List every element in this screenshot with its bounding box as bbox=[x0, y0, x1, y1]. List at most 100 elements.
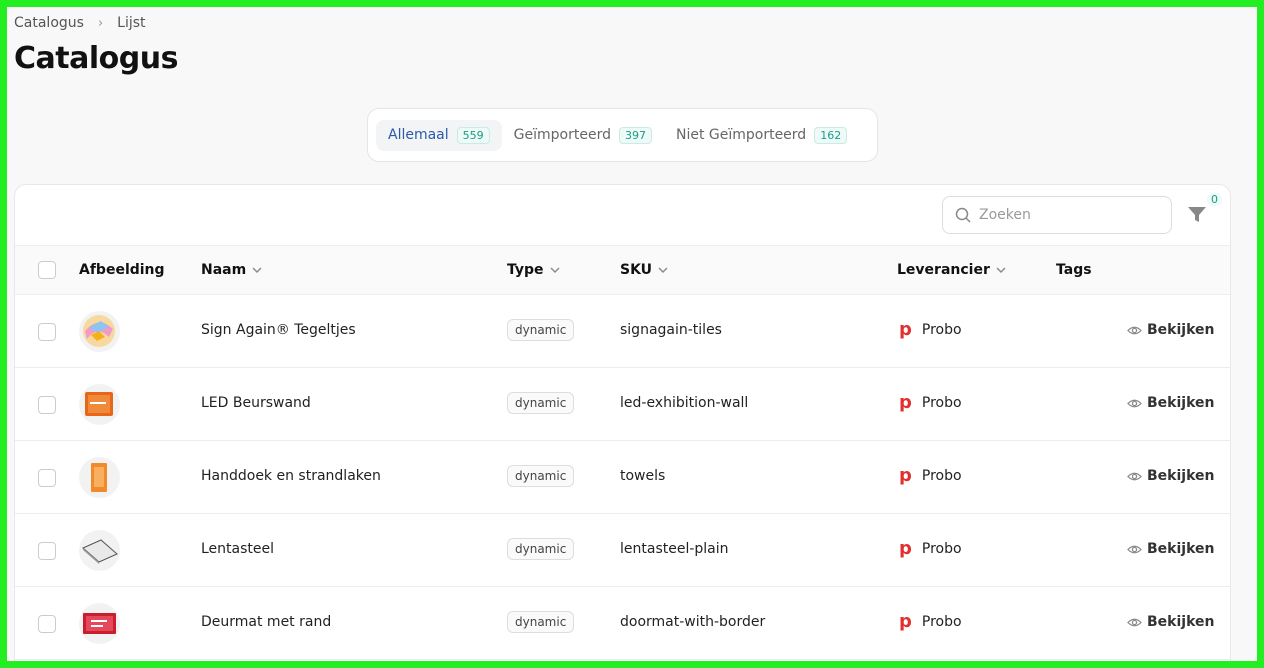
supplier-name: Probo bbox=[921, 541, 962, 557]
header-label: SKU bbox=[620, 262, 653, 278]
tab-label: Niet Geïmporteerd bbox=[675, 127, 807, 143]
product-sku: towels bbox=[620, 468, 666, 484]
select-all-checkbox[interactable] bbox=[38, 261, 56, 279]
page-title: Catalogus bbox=[14, 41, 178, 76]
chevron-down-icon bbox=[252, 267, 262, 273]
supplier: p Probo bbox=[899, 467, 962, 485]
row-checkbox[interactable] bbox=[38, 323, 56, 341]
tab-count: 559 bbox=[456, 126, 490, 144]
product-sku: lentasteel-plain bbox=[620, 541, 729, 557]
tab-geimporteerd[interactable]: Geïmporteerd 397 bbox=[502, 120, 664, 151]
product-table-card: 0 Afbeelding Naam Type SKU Leverancier bbox=[14, 184, 1231, 661]
header-tags: Tags bbox=[1056, 262, 1092, 278]
filter-count-badge: 0 bbox=[1207, 193, 1222, 206]
view-label: Bekijken bbox=[1147, 541, 1215, 557]
type-badge: dynamic bbox=[507, 465, 575, 487]
eye-icon bbox=[1127, 545, 1142, 553]
tab-label: Geïmporteerd bbox=[513, 127, 611, 143]
supplier-name: Probo bbox=[921, 614, 962, 630]
product-thumbnail bbox=[79, 603, 120, 644]
tab-label: Allemaal bbox=[388, 127, 449, 143]
supplier: p Probo bbox=[899, 613, 962, 631]
product-sku: led-exhibition-wall bbox=[620, 395, 749, 411]
header-leverancier[interactable]: Leverancier bbox=[897, 262, 1006, 278]
eye-icon bbox=[1127, 618, 1142, 626]
header-label: Type bbox=[507, 262, 544, 278]
product-name[interactable]: Handdoek en strandlaken bbox=[201, 468, 381, 484]
row-checkbox[interactable] bbox=[38, 542, 56, 560]
probo-logo-icon: p bbox=[899, 611, 912, 632]
type-badge: dynamic bbox=[507, 611, 575, 633]
breadcrumb-lijst: Lijst bbox=[117, 15, 146, 31]
header-label: Tags bbox=[1056, 262, 1092, 278]
view-label: Bekijken bbox=[1147, 322, 1215, 338]
search-box bbox=[942, 196, 1172, 234]
table-header: Afbeelding Naam Type SKU Leverancier Tag… bbox=[15, 245, 1230, 295]
probo-logo-icon: p bbox=[899, 538, 912, 559]
product-name[interactable]: Lentasteel bbox=[201, 541, 274, 557]
row-checkbox[interactable] bbox=[38, 469, 56, 487]
product-name[interactable]: LED Beurswand bbox=[201, 395, 311, 411]
tab-count: 162 bbox=[814, 126, 848, 144]
view-button[interactable]: Bekijken bbox=[1127, 322, 1214, 338]
filter-icon[interactable] bbox=[1186, 203, 1208, 225]
view-label: Bekijken bbox=[1147, 395, 1215, 411]
breadcrumb: Catalogus › Lijst bbox=[14, 15, 146, 31]
supplier: p Probo bbox=[899, 394, 962, 412]
row-checkbox[interactable] bbox=[38, 615, 56, 633]
chevron-down-icon bbox=[996, 267, 1006, 273]
eye-icon bbox=[1127, 399, 1142, 407]
view-button[interactable]: Bekijken bbox=[1127, 468, 1214, 484]
view-button[interactable]: Bekijken bbox=[1127, 541, 1214, 557]
tab-niet-geimporteerd[interactable]: Niet Geïmporteerd 162 bbox=[664, 120, 859, 151]
header-type[interactable]: Type bbox=[507, 262, 560, 278]
header-afbeelding: Afbeelding bbox=[79, 262, 165, 278]
tab-allemaal[interactable]: Allemaal 559 bbox=[376, 119, 502, 151]
supplier-name: Probo bbox=[921, 322, 962, 338]
view-label: Bekijken bbox=[1147, 468, 1215, 484]
eye-icon bbox=[1127, 472, 1142, 480]
product-thumbnail bbox=[79, 384, 120, 425]
view-button[interactable]: Bekijken bbox=[1127, 395, 1214, 411]
tab-bar: Allemaal 559 Geïmporteerd 397 Niet Geïmp… bbox=[367, 108, 878, 162]
product-thumbnail bbox=[79, 457, 120, 498]
tab-count: 397 bbox=[618, 126, 652, 144]
table-row[interactable]: Deurmat met rand dynamic doormat-with-bo… bbox=[15, 587, 1230, 660]
supplier: p Probo bbox=[899, 321, 962, 339]
header-naam[interactable]: Naam bbox=[201, 262, 262, 278]
supplier-name: Probo bbox=[921, 468, 962, 484]
type-badge: dynamic bbox=[507, 319, 575, 341]
header-label: Naam bbox=[201, 262, 247, 278]
type-badge: dynamic bbox=[507, 538, 575, 560]
table-row[interactable]: LED Beurswand dynamic led-exhibition-wal… bbox=[15, 368, 1230, 441]
chevron-down-icon bbox=[658, 267, 668, 273]
product-thumbnail bbox=[79, 530, 120, 571]
product-sku: signagain-tiles bbox=[620, 322, 722, 338]
product-sku: doormat-with-border bbox=[620, 614, 766, 630]
table-row[interactable]: Handdoek en strandlaken dynamic towels p… bbox=[15, 441, 1230, 514]
app-frame: Catalogus › Lijst Catalogus Allemaal 559… bbox=[7, 7, 1257, 661]
search-input[interactable] bbox=[979, 207, 1159, 223]
table-row[interactable]: Sign Again® Tegeltjes dynamic signagain-… bbox=[15, 295, 1230, 368]
eye-icon bbox=[1127, 326, 1142, 334]
header-label: Leverancier bbox=[897, 262, 990, 278]
product-name[interactable]: Sign Again® Tegeltjes bbox=[201, 322, 356, 338]
supplier: p Probo bbox=[899, 540, 962, 558]
breadcrumb-catalogus[interactable]: Catalogus bbox=[14, 15, 84, 31]
header-label: Afbeelding bbox=[79, 262, 165, 278]
chevron-down-icon bbox=[550, 267, 560, 273]
chevron-right-icon: › bbox=[97, 15, 104, 31]
search-icon bbox=[955, 207, 971, 223]
header-sku[interactable]: SKU bbox=[620, 262, 668, 278]
product-thumbnail bbox=[79, 311, 120, 352]
probo-logo-icon: p bbox=[899, 319, 912, 340]
view-button[interactable]: Bekijken bbox=[1127, 614, 1214, 630]
row-checkbox[interactable] bbox=[38, 396, 56, 414]
probo-logo-icon: p bbox=[899, 392, 912, 413]
table-row[interactable]: Lentasteel dynamic lentasteel-plain p Pr… bbox=[15, 514, 1230, 587]
view-label: Bekijken bbox=[1147, 614, 1215, 630]
type-badge: dynamic bbox=[507, 392, 575, 414]
probo-logo-icon: p bbox=[899, 465, 912, 486]
supplier-name: Probo bbox=[921, 395, 962, 411]
product-name[interactable]: Deurmat met rand bbox=[201, 614, 331, 630]
